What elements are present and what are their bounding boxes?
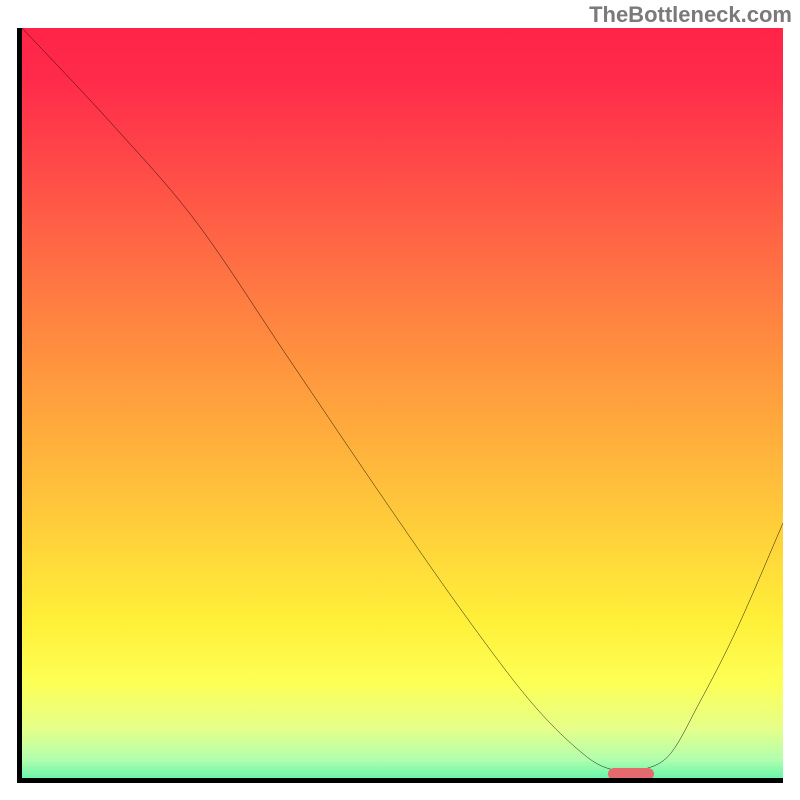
chart-frame: TheBottleneck.com (0, 0, 800, 800)
watermark-text: TheBottleneck.com (589, 2, 792, 28)
bottleneck-curve (22, 28, 783, 778)
optimal-range-marker (608, 768, 654, 780)
chart-plot-area (17, 28, 783, 783)
